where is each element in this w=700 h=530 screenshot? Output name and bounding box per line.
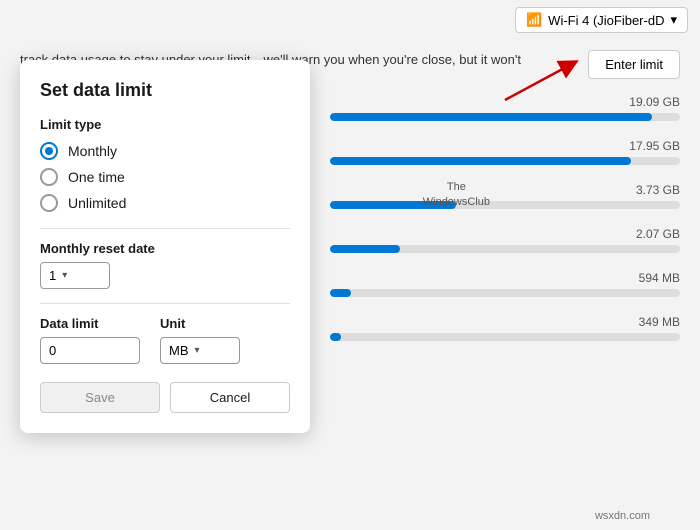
data-row-label-4: 594 MB <box>639 271 680 285</box>
progress-bar-fill-1 <box>330 157 631 165</box>
progress-bar-bg-2 <box>330 201 680 209</box>
divider-1 <box>40 228 290 229</box>
reset-date-chevron: ▾ <box>62 270 67 281</box>
data-row-0: 19.09 GB <box>330 95 680 121</box>
data-row-label-5: 349 MB <box>639 315 680 329</box>
watermark-line1: The <box>447 181 466 193</box>
data-row-label-1: 17.95 GB <box>629 139 680 153</box>
radio-unlimited[interactable]: Unlimited <box>40 194 290 212</box>
progress-bar-bg-1 <box>330 157 680 165</box>
data-limit-label: Data limit <box>40 316 140 331</box>
wifi-icon: 📶 <box>526 12 542 28</box>
chevron-down-icon: ▾ <box>670 12 677 28</box>
unit-chevron: ▾ <box>195 345 200 356</box>
radio-circle-unlimited <box>40 194 58 212</box>
radio-monthly[interactable]: Monthly <box>40 142 290 160</box>
unit-select[interactable]: MB ▾ <box>160 337 240 364</box>
reset-date-row: Monthly reset date 1 ▾ <box>40 241 290 289</box>
data-row-label-3: 2.07 GB <box>636 227 680 241</box>
radio-label-monthly: Monthly <box>68 143 117 159</box>
data-row-2: 3.73 GB <box>330 183 680 209</box>
wsxdn-watermark: wsxdn.com <box>595 510 650 522</box>
progress-bar-fill-0 <box>330 113 652 121</box>
wifi-dropdown[interactable]: 📶 Wi-Fi 4 (JioFiber-dD ▾ <box>515 7 688 33</box>
progress-bar-bg-3 <box>330 245 680 253</box>
progress-bar-fill-5 <box>330 333 341 341</box>
limit-type-label: Limit type <box>40 117 290 132</box>
watermark: The WindowsClub <box>423 180 490 211</box>
data-limit-unit-row: Data limit Unit MB ▾ <box>40 316 290 364</box>
radio-onetime[interactable]: One time <box>40 168 290 186</box>
progress-bar-bg-5 <box>330 333 680 341</box>
enter-limit-button[interactable]: Enter limit <box>588 50 680 79</box>
unit-col: Unit MB ▾ <box>160 316 240 364</box>
radio-circle-onetime <box>40 168 58 186</box>
data-limit-input[interactable] <box>40 337 140 364</box>
reset-date-value: 1 <box>49 268 56 283</box>
data-row-label-0: 19.09 GB <box>629 95 680 109</box>
progress-bar-fill-4 <box>330 289 351 297</box>
progress-bar-bg-0 <box>330 113 680 121</box>
data-row-3: 2.07 GB <box>330 227 680 253</box>
unit-label: Unit <box>160 316 240 331</box>
data-row-label-2: 3.73 GB <box>636 183 680 197</box>
data-row-5: 349 MB <box>330 315 680 341</box>
data-limit-col: Data limit <box>40 316 140 364</box>
radio-label-unlimited: Unlimited <box>68 195 126 211</box>
reset-date-label: Monthly reset date <box>40 241 290 256</box>
data-row-4: 594 MB <box>330 271 680 297</box>
data-rows: 19.09 GB 17.95 GB 3.73 GB 2.07 GB 594 MB <box>330 95 680 359</box>
progress-bar-bg-4 <box>330 289 680 297</box>
modal-footer: Save Cancel <box>40 382 290 413</box>
reset-date-select[interactable]: 1 ▾ <box>40 262 110 289</box>
data-row-1: 17.95 GB <box>330 139 680 165</box>
radio-dot-monthly <box>45 147 53 155</box>
unit-value: MB <box>169 343 189 358</box>
cancel-button[interactable]: Cancel <box>170 382 290 413</box>
radio-circle-monthly <box>40 142 58 160</box>
save-button[interactable]: Save <box>40 382 160 413</box>
progress-bar-fill-3 <box>330 245 400 253</box>
modal-title: Set data limit <box>40 80 290 101</box>
wifi-label: Wi-Fi 4 (JioFiber-dD <box>548 13 664 28</box>
watermark-line2: WindowsClub <box>423 196 490 208</box>
top-bar: 📶 Wi-Fi 4 (JioFiber-dD ▾ <box>0 0 700 40</box>
modal-dialog: Set data limit Limit type Monthly One ti… <box>20 60 310 433</box>
radio-group-limit-type: Monthly One time Unlimited <box>40 142 290 212</box>
radio-label-onetime: One time <box>68 169 125 185</box>
divider-2 <box>40 303 290 304</box>
